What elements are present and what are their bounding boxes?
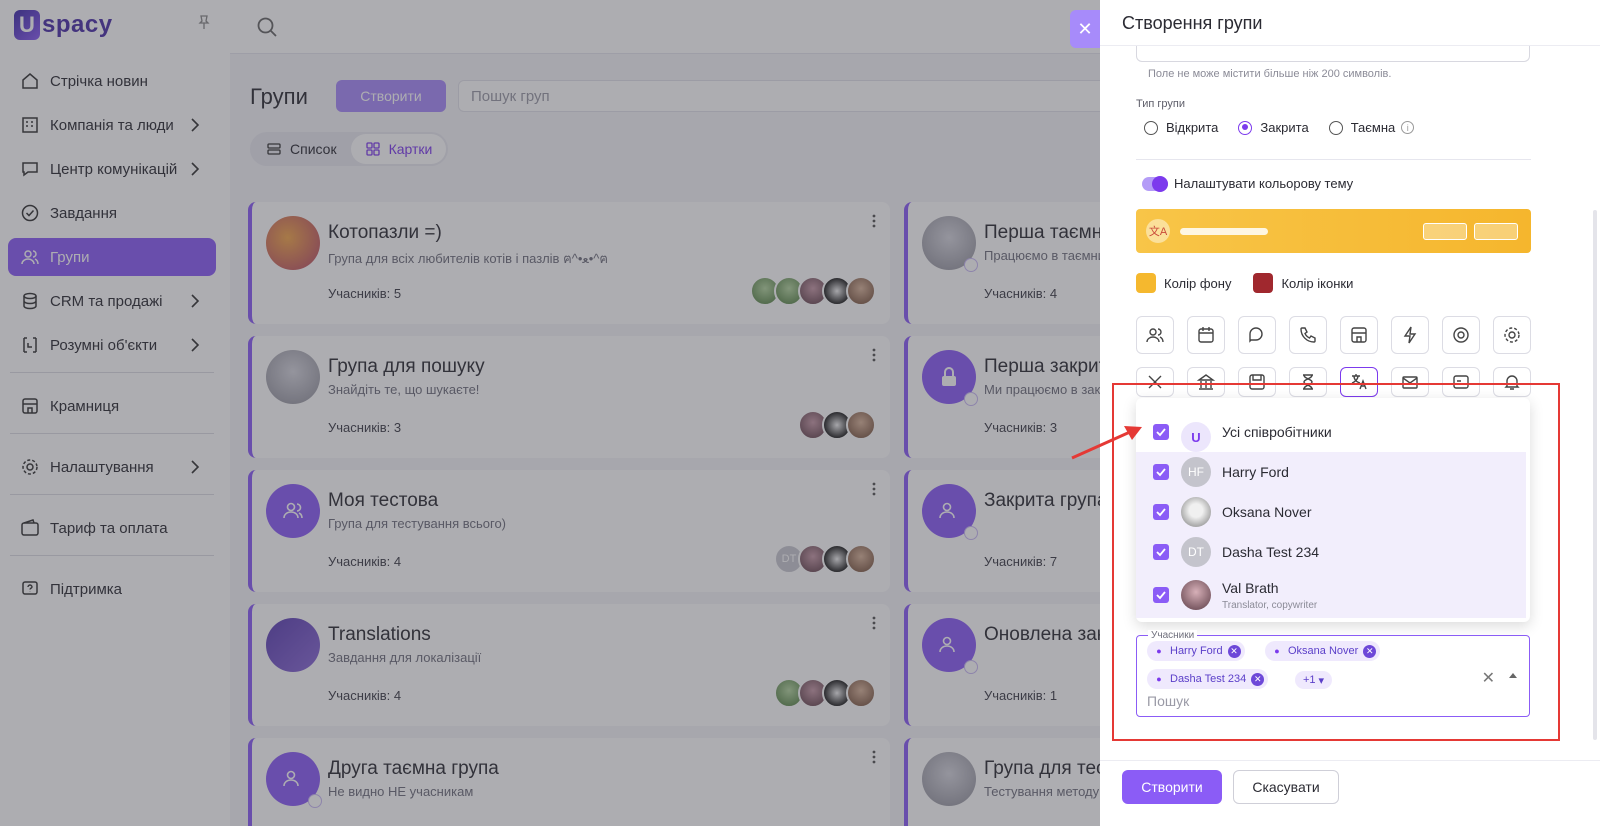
app: U spacy Стрічка новин Компанія та люди Ц… [0,0,1600,826]
toggle-switch[interactable] [1142,175,1168,192]
target-icon [1453,327,1469,343]
bg-color-picker[interactable]: Колір фону [1136,273,1231,293]
info-icon[interactable]: i [1401,121,1415,134]
theme-toggle-label: Налаштувати кольорову тему [1174,176,1354,191]
theme-preview: 文A [1136,209,1531,253]
icon-color-picker[interactable]: Колір іконки [1253,273,1353,293]
store-icon [1351,327,1367,343]
radio-circle [1144,120,1158,135]
scrollbar[interactable] [1593,210,1597,740]
icon-color-swatch[interactable] [1253,273,1274,293]
highlight-box [1112,383,1560,741]
group-name-field[interactable] [1136,46,1530,62]
modal-backdrop[interactable] [0,0,1100,826]
icon-option[interactable] [1442,316,1480,354]
radio-circle [1328,120,1343,135]
close-drawer-button[interactable]: ✕ [1070,10,1100,48]
color-pickers: Колір фону Колір іконки [1136,273,1353,293]
chat-bubbles-icon [1249,327,1263,343]
radio-label: Таємна [1350,120,1396,135]
icon-color-label: Колір іконки [1281,275,1354,291]
divider [1136,159,1531,160]
calendar-icon [1198,327,1214,343]
users-icon [1146,328,1164,343]
preview-button [1474,223,1518,240]
drawer-header: Створення групи [1100,0,1600,46]
drawer-footer: Створити Скасувати [1100,760,1600,826]
lightning-icon [1403,326,1417,344]
radio-closed[interactable]: Закрита [1238,120,1309,135]
icon-option[interactable] [1136,316,1174,354]
cancel-button[interactable]: Скасувати [1233,770,1339,804]
icon-option[interactable] [1391,316,1429,354]
drawer-title: Створення групи [1122,13,1263,33]
bg-color-swatch[interactable] [1136,273,1156,293]
icon-option[interactable] [1187,316,1225,354]
preview-button [1423,223,1467,240]
radio-label: Закрита [1260,120,1309,135]
preview-title-placeholder [1180,228,1268,235]
group-type-label: Тип групи [1136,98,1186,110]
radio-circle [1238,120,1253,135]
icon-option[interactable] [1289,316,1327,354]
icon-option[interactable] [1238,316,1276,354]
create-button[interactable]: Створити [1122,770,1222,804]
gear-icon [1504,327,1520,343]
theme-toggle[interactable]: Налаштувати кольорову тему [1142,175,1354,192]
phone-icon [1300,327,1316,343]
name-field-hint: Поле не може містити більше ніж 200 симв… [1148,68,1392,80]
translate-icon: 文A [1146,219,1170,243]
bg-color-label: Колір фону [1164,275,1232,291]
radio-label: Відкрита [1166,120,1219,135]
icon-option[interactable] [1340,316,1378,354]
annotation-arrow-icon [1071,426,1142,460]
radio-secret[interactable]: Таємна [1328,120,1396,135]
group-type-radios: Відкрита Закрита Таємна i [1144,120,1415,135]
icon-option[interactable] [1493,316,1531,354]
radio-open[interactable]: Відкрита [1144,120,1218,135]
